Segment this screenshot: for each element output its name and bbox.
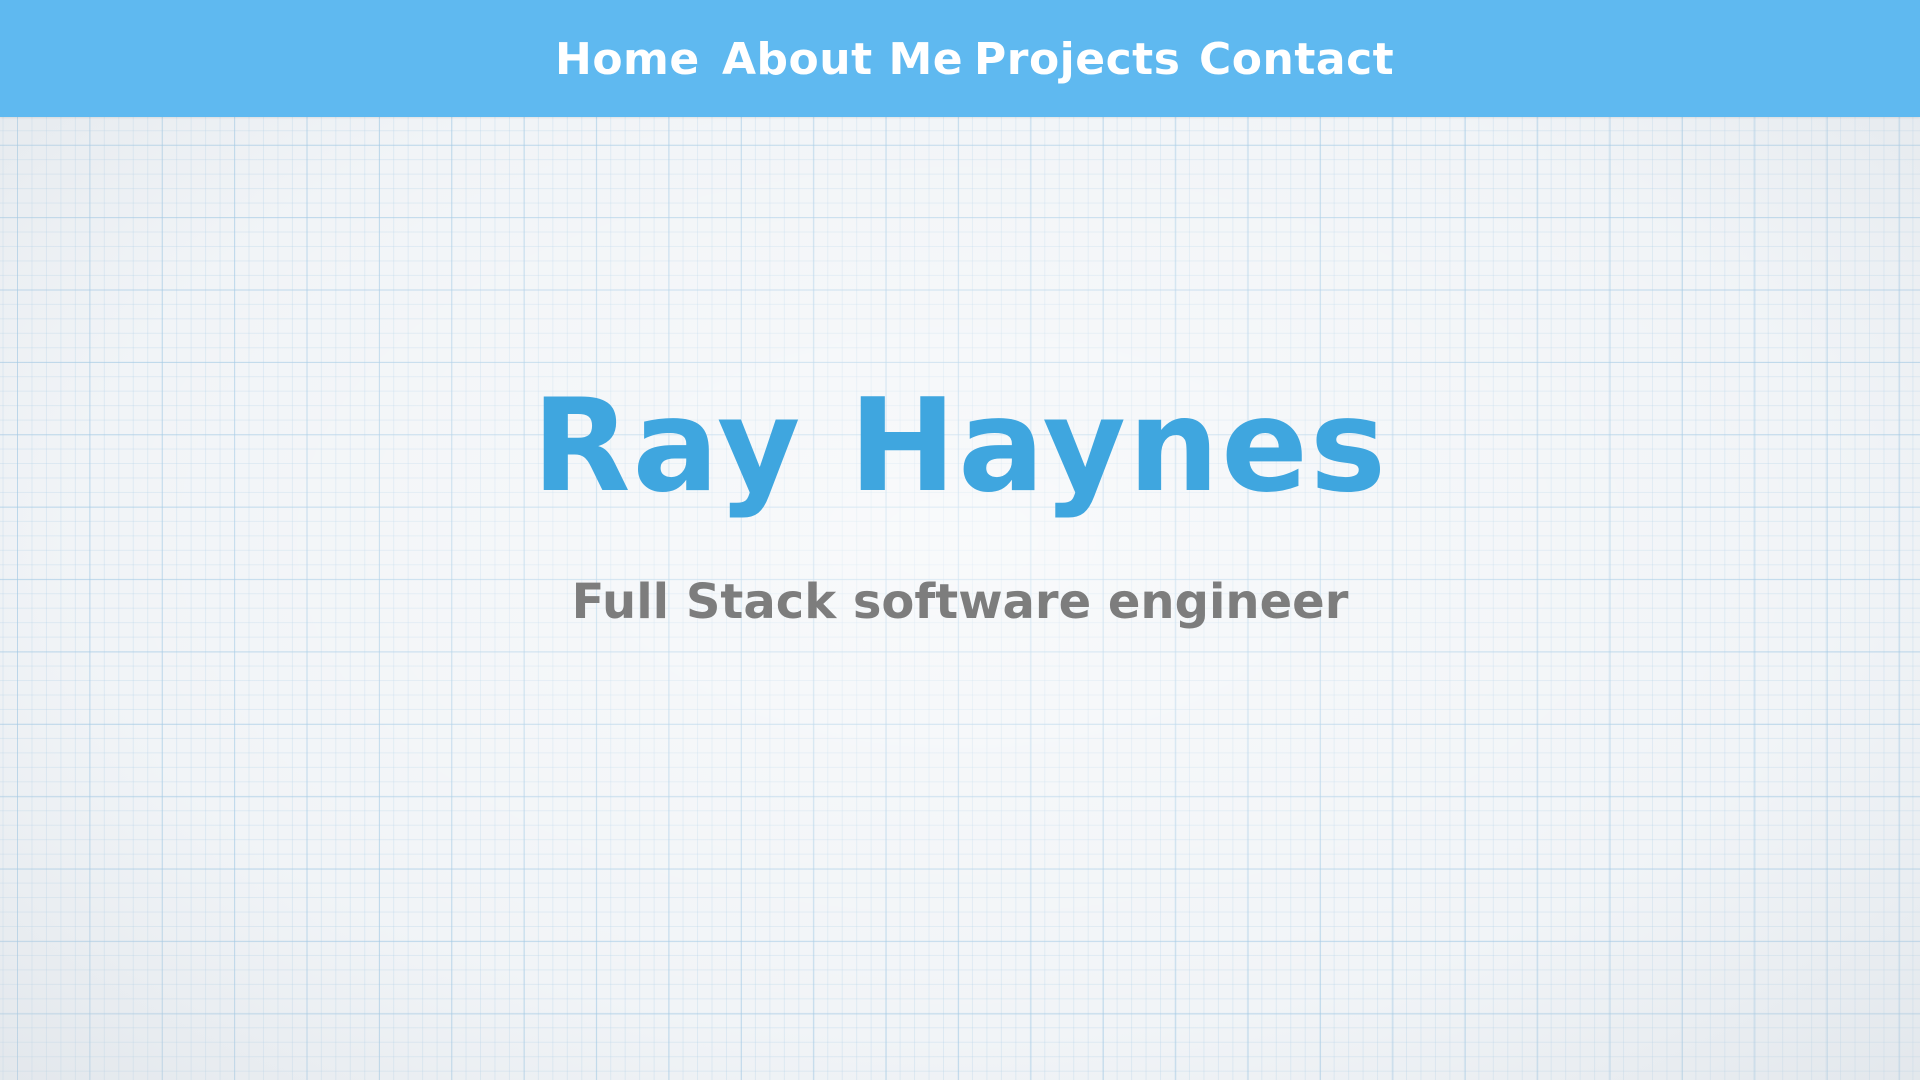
hero-subtitle: Full Stack software engineer [571,574,1349,630]
nav-home-link[interactable]: Home [555,30,700,90]
nav-projects-link[interactable]: Projects [974,30,1180,90]
hero-name-heading: Ray Haynes [531,372,1389,521]
nav-about-me-link[interactable]: About Me [722,30,963,90]
hero-section: Ray Haynes Full Stack software engineer [0,117,1920,1080]
top-navbar: Home About Me Projects Contact [0,0,1920,117]
nav-contact-link[interactable]: Contact [1199,30,1394,90]
